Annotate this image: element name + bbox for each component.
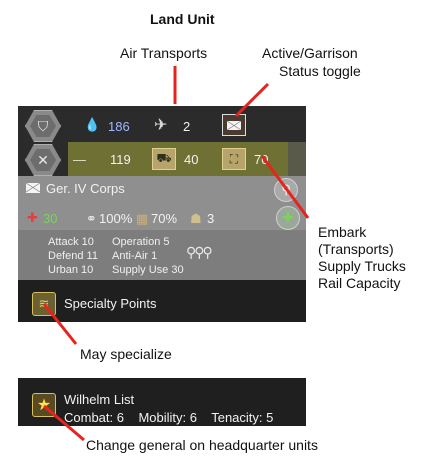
embark-arrow [260, 155, 310, 219]
specialize-arrow [42, 303, 78, 345]
status-toggle-arrow [234, 82, 270, 118]
general-arrow [43, 404, 85, 442]
annotation-arrows [42, 66, 310, 442]
